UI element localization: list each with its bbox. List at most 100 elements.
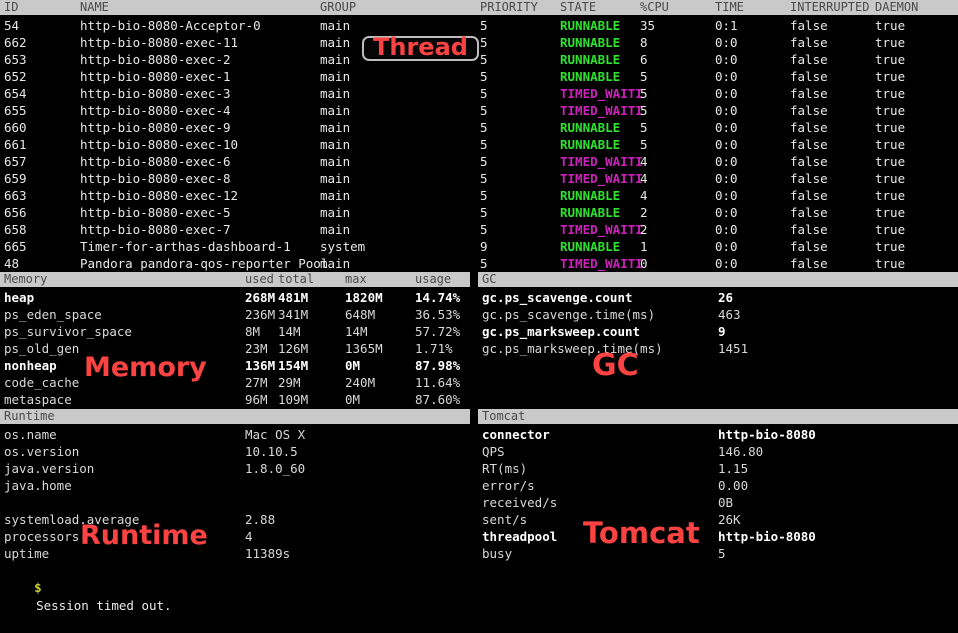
list-item: gc.ps_scavenge.time(ms) 463 [482, 306, 958, 323]
thread-name: http-bio-8080-Acceptor-0 [80, 18, 261, 33]
thread-time: 0:0 [715, 188, 738, 203]
thread-cpu: 5 [640, 137, 648, 152]
status-line: $ Session timed out. [0, 561, 958, 613]
runtime-property-value: 10.10.5 [245, 444, 298, 459]
thread-priority: 9 [480, 239, 488, 254]
thread-group: main [320, 52, 351, 67]
thread-daemon: true [875, 35, 906, 50]
thread-interrupted: false [790, 86, 828, 101]
table-row: 660 http-bio-8080-exec-9 main 5 RUNNABLE 5 0:0… [0, 119, 958, 136]
thread-state: TIMED_WAITI [560, 222, 643, 237]
column-header-usage: usage [415, 272, 452, 286]
column-header-id: ID [4, 0, 19, 14]
thread-state: RUNNABLE [560, 137, 621, 152]
thread-name: http-bio-8080-exec-1 [80, 69, 231, 84]
list-item: os.name Mac OS X [4, 426, 470, 443]
thread-interrupted: false [790, 103, 828, 118]
list-item: sent/s 26K [482, 511, 958, 528]
thread-id: 657 [4, 154, 27, 169]
thread-id: 48 [4, 256, 20, 271]
tomcat-metric-key: received/s [482, 495, 558, 510]
thread-interrupted: false [790, 52, 828, 67]
column-header-memory: Memory [4, 272, 48, 286]
list-item: java.version 1.8.0_60 [4, 460, 470, 477]
memory-total: 126M [278, 341, 309, 356]
column-header-interrupted: INTERRUPTED [790, 0, 870, 14]
thread-cpu: 2 [640, 205, 648, 220]
tomcat-header-bg [478, 409, 958, 424]
thread-cpu: 35 [640, 18, 656, 33]
table-row: 652 http-bio-8080-exec-1 main 5 RUNNABLE 5 0:0… [0, 68, 958, 85]
tomcat-metric-value: 0B [718, 495, 734, 510]
runtime-property-key: uptime [4, 546, 50, 561]
thread-state: RUNNABLE [560, 205, 621, 220]
thread-name: http-bio-8080-exec-3 [80, 86, 231, 101]
thread-id: 660 [4, 120, 27, 135]
memory-gc-header: Memory used total max usage GC [0, 272, 958, 287]
tomcat-metric-key: threadpool [482, 529, 558, 544]
annotation-gc: GC [592, 348, 639, 383]
memory-total: 29M [278, 375, 301, 390]
thread-priority: 5 [480, 222, 488, 237]
thread-group: system [320, 239, 366, 254]
gc-header-bg [478, 272, 958, 287]
memory-usage: 87.60% [415, 392, 461, 407]
thread-daemon: true [875, 18, 906, 33]
thread-interrupted: false [790, 69, 828, 84]
thread-group: main [320, 35, 351, 50]
runtime-property-value: Mac OS X [245, 427, 306, 442]
thread-name: Pandora pandora-qos-reporter Pool [80, 256, 329, 271]
runtime-property-value: 4 [245, 529, 253, 544]
tomcat-metric-value: 146.80 [718, 444, 764, 459]
thread-daemon: true [875, 171, 906, 186]
thread-time: 0:0 [715, 222, 738, 237]
column-header-total: total [278, 272, 315, 286]
runtime-property-key: processors [4, 529, 80, 544]
memory-total: 481M [278, 290, 309, 305]
thread-time: 0:0 [715, 205, 738, 220]
thread-time: 0:0 [715, 171, 738, 186]
thread-daemon: true [875, 86, 906, 101]
thread-interrupted: false [790, 171, 828, 186]
thread-daemon: true [875, 137, 906, 152]
table-row: heap 268M 481M 1820M 14.74% [0, 289, 470, 306]
table-row: 54 http-bio-8080-Acceptor-0 main 5 RUNNABLE 3… [0, 17, 958, 34]
thread-name: http-bio-8080-exec-2 [80, 52, 231, 67]
list-item: busy 5 [482, 545, 958, 562]
thread-time: 0:0 [715, 35, 738, 50]
thread-priority: 5 [480, 69, 488, 84]
thread-id: 655 [4, 103, 27, 118]
tomcat-metric-value: 1.15 [718, 461, 749, 476]
thread-priority: 5 [480, 256, 488, 271]
column-header-time: TIME [715, 0, 744, 14]
memory-area-name: ps_survivor_space [4, 324, 132, 339]
memory-used: 268M [245, 290, 276, 305]
column-header-used: used [245, 272, 274, 286]
column-header-gc: GC [482, 272, 497, 286]
memory-usage: 87.98% [415, 358, 461, 373]
arthas-dashboard-terminal: ID NAME GROUP PRIORITY STATE %CPU TIME I… [0, 0, 958, 613]
thread-state: RUNNABLE [560, 188, 621, 203]
tomcat-metric-key: sent/s [482, 512, 528, 527]
thread-state: RUNNABLE [560, 18, 621, 33]
runtime-property-key: os.name [4, 427, 57, 442]
thread-state: RUNNABLE [560, 239, 621, 254]
thread-name: http-bio-8080-exec-5 [80, 205, 231, 220]
thread-group: main [320, 188, 351, 203]
thread-group: main [320, 222, 351, 237]
memory-area-name: heap [4, 290, 35, 305]
list-item: QPS 146.80 [482, 443, 958, 460]
thread-cpu: 4 [640, 188, 648, 203]
thread-cpu: 0 [640, 256, 648, 271]
thread-priority: 5 [480, 137, 488, 152]
memory-usage: 1.71% [415, 341, 453, 356]
tomcat-metric-key: connector [482, 427, 550, 442]
thread-id: 659 [4, 171, 27, 186]
thread-interrupted: false [790, 188, 828, 203]
memory-area-name: nonheap [4, 358, 57, 373]
thread-state: RUNNABLE [560, 120, 621, 135]
thread-id: 54 [4, 18, 20, 33]
memory-used: 236M [245, 307, 276, 322]
thread-name: http-bio-8080-exec-4 [80, 103, 231, 118]
thread-interrupted: false [790, 18, 828, 33]
